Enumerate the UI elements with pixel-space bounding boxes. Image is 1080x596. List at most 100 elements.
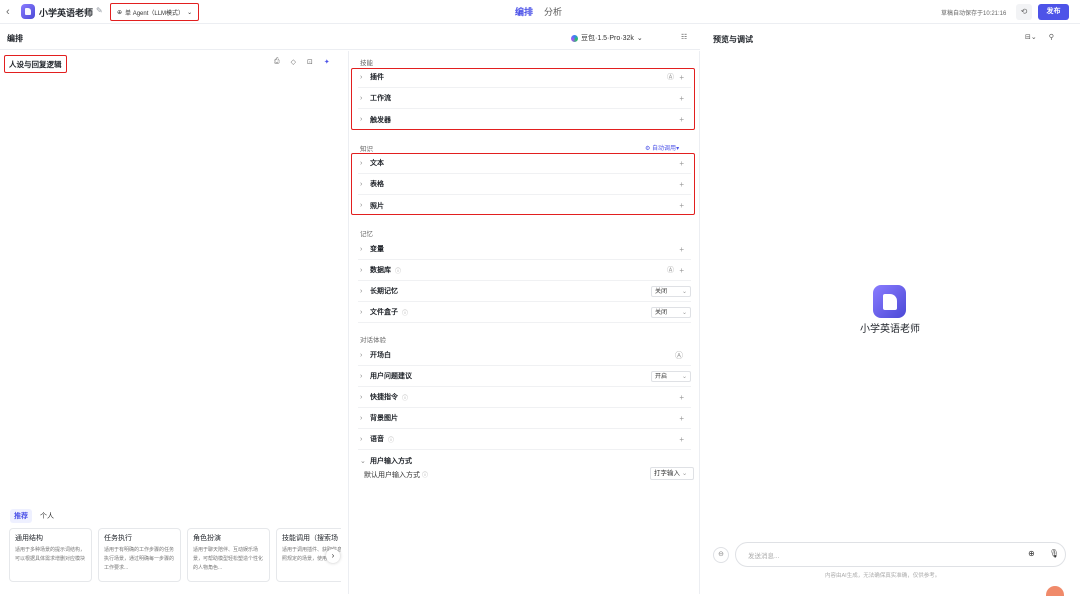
preview-toolbar: ⊟⌄ ⚲ <box>1025 33 1054 41</box>
ai-optimize-icon[interactable]: ✦ <box>324 58 330 66</box>
template-card[interactable]: 通用结构 适用于多种场景的提示词结构，可以根据具体需求增删对应模块 <box>9 528 92 582</box>
persona-panel: 人设与回复逻辑 ⎙ ◇ ⊡ ✦ 推荐 个人 通用结构 适用于多种场景的提示词结构… <box>0 51 349 594</box>
row-label: 语音 <box>370 436 384 443</box>
debug-icon[interactable]: ⚲ <box>1049 33 1054 41</box>
agent-mode-select[interactable]: ⊕ 单 Agent（LLM模式） ⌄ <box>110 3 199 21</box>
skill-row-trigger[interactable]: › 触发器 + <box>358 109 691 130</box>
add-icon[interactable]: + <box>679 73 684 82</box>
publish-button[interactable]: 发布 <box>1038 4 1069 20</box>
tab-recommend[interactable]: 推荐 <box>10 509 32 523</box>
dialog-row-suggestion[interactable]: › 用户问题建议 开启 ⌄ <box>358 366 691 387</box>
memory-row-filebox[interactable]: › 文件盒子 ⓘ 关闭 ⌄ <box>358 302 691 323</box>
row-label: 触发器 <box>370 116 391 124</box>
info-icon[interactable]: ⓘ <box>422 473 428 479</box>
add-icon[interactable]: + <box>679 414 684 423</box>
add-icon[interactable]: + <box>679 159 684 168</box>
tag-icon[interactable]: ◇ <box>291 58 296 66</box>
add-icon[interactable]: + <box>679 94 684 103</box>
card-title: 角色扮演 <box>193 535 221 542</box>
select-value: 关闭 <box>655 288 668 295</box>
settings-icon[interactable]: ☷ <box>681 33 687 41</box>
memory-row-database[interactable]: › 数据库 ⓘ Ⓐ + <box>358 260 691 281</box>
edit-icon[interactable]: ✎ <box>96 6 103 15</box>
variable-icon[interactable]: ⊡ <box>307 58 313 66</box>
persona-toolbar: ⎙ ◇ ⊡ ✦ <box>274 58 330 66</box>
info-icon[interactable]: ⓘ <box>402 308 408 317</box>
arrange-title: 编排 <box>7 34 23 43</box>
auto-call-label: 自动调用 <box>652 146 677 152</box>
agent-icon: ⊕ <box>117 9 123 16</box>
chevron-right-icon: › <box>360 435 363 443</box>
select-value: 开启 <box>655 373 668 380</box>
add-icon[interactable]: + <box>679 201 684 210</box>
chevron-right-icon: › <box>360 245 363 253</box>
auto-call-icon: ⚙ <box>645 146 653 152</box>
user-avatar[interactable] <box>1046 586 1064 596</box>
template-card[interactable]: 角色扮演 适用于聊天陪伴、互动娱乐场景，可帮助模型轻松塑造个性化的人物角色... <box>187 528 270 582</box>
model-select[interactable]: 豆包·1.5·Pro·32k ⌄ <box>571 33 643 43</box>
agent-mode-label: 单 Agent（LLM模式） <box>125 10 185 17</box>
suggestion-select[interactable]: 开启 ⌄ <box>651 370 691 382</box>
template-card[interactable]: 任务执行 适用于有明确的工作步骤的任务执行场景，通过明确每一步骤的工作要求... <box>98 528 181 582</box>
chevron-right-icon[interactable]: › <box>326 549 340 563</box>
template-icon[interactable]: ⎙ <box>274 58 280 66</box>
back-icon[interactable]: ‹ <box>6 5 18 19</box>
tab-personal[interactable]: 个人 <box>38 509 56 523</box>
auto-call-select[interactable]: ⚙ 自动调用▾ <box>645 143 679 152</box>
chevron-right-icon: › <box>360 414 363 422</box>
bot-avatar-large <box>873 285 906 318</box>
knowledge-row-photo[interactable]: › 照片 + <box>358 195 691 216</box>
skills-label: 技能 <box>360 60 373 67</box>
dialog-row-shortcut[interactable]: › 快捷指令 ⓘ + <box>358 387 691 408</box>
dialog-row-opening[interactable]: › 开场白 Ⓐ <box>358 345 691 366</box>
info-icon[interactable]: ⓘ <box>395 266 401 275</box>
row-label: 照片 <box>370 202 384 210</box>
tab-arrange[interactable]: 编排 <box>515 5 533 18</box>
clear-history-icon[interactable]: ⊖ <box>713 547 729 563</box>
knowledge-row-text[interactable]: › 文本 + <box>358 153 691 174</box>
filebox-select[interactable]: 关闭 ⌄ <box>651 306 691 318</box>
auto-icon[interactable]: Ⓐ <box>667 72 674 82</box>
add-icon[interactable]: + <box>679 435 684 444</box>
knowledge-row-table[interactable]: › 表格 + <box>358 174 691 195</box>
longterm-select[interactable]: 关闭 ⌄ <box>651 285 691 297</box>
add-icon[interactable]: + <box>679 245 684 254</box>
bot-avatar <box>21 4 35 19</box>
row-label: 背景图片 <box>370 415 398 422</box>
chevron-right-icon: › <box>360 372 363 380</box>
chevron-right-icon: › <box>360 308 363 316</box>
add-attachment-icon[interactable]: ⊕ <box>1028 549 1035 558</box>
history-icon[interactable]: ⟲ <box>1016 4 1032 20</box>
microphone-icon[interactable]: 🎙 <box>1049 549 1059 558</box>
row-label: 文件盒子 <box>370 309 398 316</box>
preview-title: 预览与调试 <box>713 35 753 44</box>
default-input-select[interactable]: 打字输入 ⌄ <box>650 467 694 480</box>
auto-icon[interactable]: Ⓐ <box>675 350 683 361</box>
add-icon[interactable]: + <box>679 266 684 275</box>
info-icon[interactable]: ⓘ <box>402 393 408 402</box>
memory-label: 记忆 <box>360 231 373 238</box>
memory-row-longterm[interactable]: › 长期记忆 关闭 ⌄ <box>358 281 691 302</box>
chevron-down-icon: ▾ <box>676 146 680 152</box>
add-icon[interactable]: + <box>679 115 684 124</box>
add-icon[interactable]: + <box>679 393 684 402</box>
row-label: 长期记忆 <box>370 288 398 295</box>
chat-input[interactable]: 发送消息... ⊕ 🎙 <box>735 542 1066 567</box>
dialog-row-background[interactable]: › 背景图片 + <box>358 408 691 429</box>
chevron-down-icon: ⌄ <box>187 9 193 16</box>
dialog-row-voice[interactable]: › 语音 ⓘ + <box>358 429 691 450</box>
auto-icon[interactable]: Ⓐ <box>667 265 674 275</box>
add-icon[interactable]: + <box>679 180 684 189</box>
row-label: 变量 <box>370 246 384 253</box>
default-input-label: 默认用户输入方式 <box>364 472 420 479</box>
skill-row-plugin[interactable]: › 插件 Ⓐ + <box>358 67 691 88</box>
row-label: 插件 <box>370 74 384 81</box>
row-label: 数据库 <box>370 267 391 274</box>
skill-row-workflow[interactable]: › 工作流 + <box>358 88 691 109</box>
tab-analysis[interactable]: 分析 <box>544 5 562 18</box>
dialog-row-input-method[interactable]: ⌄ 用户输入方式 <box>358 450 691 471</box>
layout-icon[interactable]: ⊟⌄ <box>1025 33 1037 41</box>
info-icon[interactable]: ⓘ <box>388 435 394 444</box>
row-label: 表格 <box>370 181 384 188</box>
memory-row-variable[interactable]: › 变量 + <box>358 239 691 260</box>
